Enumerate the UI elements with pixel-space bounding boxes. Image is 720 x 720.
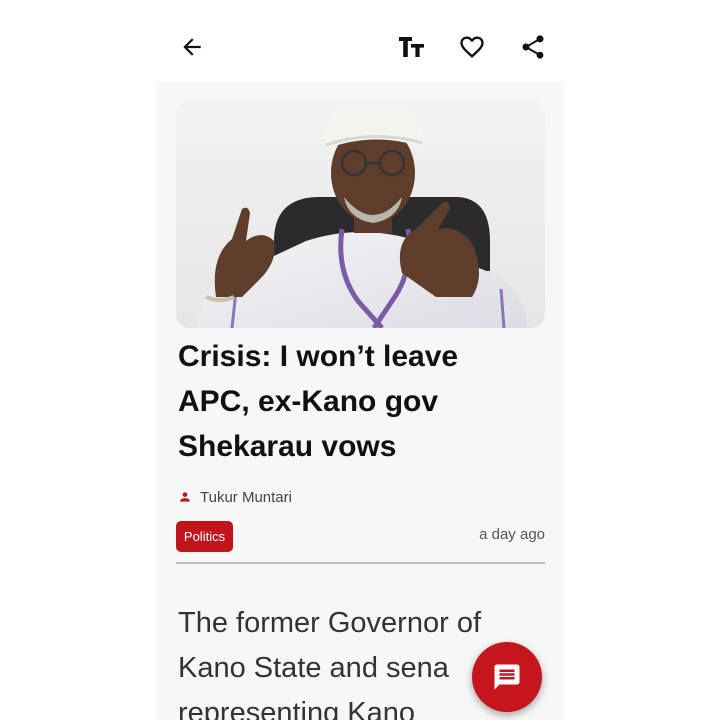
share-icon xyxy=(522,35,544,59)
author-name: Tukur Muntari xyxy=(200,488,292,506)
share-button[interactable] xyxy=(513,27,553,67)
arrow-left-icon xyxy=(183,38,201,56)
text-size-button[interactable] xyxy=(392,27,432,67)
article-content: Crisis: I won’t leave APC, ex-Kano gov S… xyxy=(156,82,564,720)
person-icon xyxy=(180,492,190,502)
author-byline[interactable]: Tukur Muntari xyxy=(178,486,292,508)
heart-outline-icon xyxy=(460,36,484,58)
category-badge[interactable]: Politics xyxy=(176,521,233,552)
favorite-button[interactable] xyxy=(452,27,492,67)
top-app-bar xyxy=(156,20,564,74)
article-screen: Crisis: I won’t leave APC, ex-Kano gov S… xyxy=(0,0,720,720)
comments-fab[interactable] xyxy=(472,642,542,712)
text-size-icon xyxy=(399,37,424,57)
divider xyxy=(176,562,545,564)
published-time: a day ago xyxy=(479,526,545,543)
comment-icon xyxy=(494,664,520,690)
article-photo xyxy=(176,101,545,328)
article-hero-image[interactable] xyxy=(176,101,545,328)
article-headline: Crisis: I won’t leave APC, ex-Kano gov S… xyxy=(178,340,459,463)
back-button[interactable] xyxy=(172,27,212,67)
